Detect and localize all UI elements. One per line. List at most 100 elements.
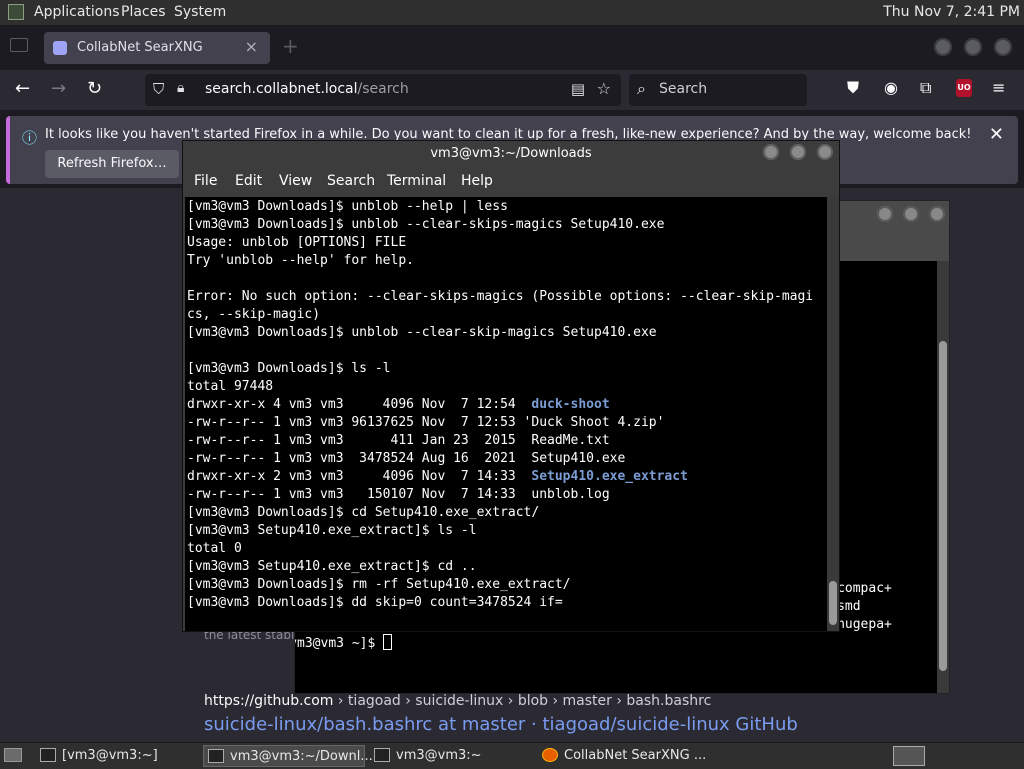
scrollbar[interactable]	[827, 197, 839, 631]
terminal-title: vm3@vm3:~/Downloads	[430, 146, 592, 161]
taskbar-item[interactable]: vm3@vm3:~/Downl...	[203, 745, 373, 767]
taskbar-item[interactable]: CollabNet SearXNG ...	[538, 745, 706, 767]
ublock-origin-icon[interactable]: UO	[956, 79, 972, 97]
scrollbar-thumb[interactable]	[939, 341, 947, 671]
scrollbar-thumb[interactable]	[829, 581, 837, 625]
search-input[interactable]: ⌕ Search	[629, 74, 807, 106]
terminal-icon	[40, 748, 56, 762]
text-cursor	[383, 634, 393, 650]
taskbar-item-label: [vm3@vm3:~]	[62, 748, 158, 763]
tracking-shield-icon[interactable]: ⛉	[153, 80, 164, 98]
menu-help[interactable]: Help	[461, 173, 493, 189]
menu-terminal[interactable]: Terminal	[387, 173, 446, 189]
searxng-favicon-icon	[53, 41, 67, 55]
taskbar-item-label: vm3@vm3:~/Downl...	[230, 749, 373, 764]
directory-name: Setup410.exe_extract	[531, 469, 688, 484]
close-window-icon[interactable]	[929, 206, 945, 222]
menu-edit[interactable]: Edit	[235, 173, 262, 189]
tab-overview-icon[interactable]	[10, 38, 28, 52]
minimize-icon[interactable]	[763, 144, 779, 160]
terminal-line: [vm3@vm3 Downloads]$ unblob --clear-skip…	[187, 325, 657, 340]
search-placeholder: Search	[659, 81, 708, 97]
terminal-line: total 0	[187, 541, 242, 556]
top-panel: Applications Places System Thu Nov 7, 2:…	[0, 0, 1024, 26]
maximize-icon[interactable]	[790, 144, 806, 160]
search-icon: ⌕	[637, 79, 646, 98]
terminal-line: total 97448	[187, 379, 274, 394]
terminal-line: -rw-r--r-- 1 vm3 vm3 3478524 Aug 16 2021…	[187, 451, 626, 466]
terminal-titlebar[interactable]: vm3@vm3:~/Downloads	[183, 141, 839, 167]
terminal-line: Error: No such option: --clear-skips-mag…	[187, 289, 814, 304]
menu-applications[interactable]: Applications	[34, 4, 120, 20]
result-title-link[interactable]: suicide-linux/bash.bashrc at master · ti…	[204, 714, 798, 735]
terminal-line: drwxr-xr-x 2 vm3 vm3 4096 Nov 7 14:33 Se…	[187, 469, 688, 484]
directory-name: duck-shoot	[531, 397, 610, 412]
terminal-line: [vm3@vm3 Downloads]$ unblob --clear-skip…	[187, 217, 665, 232]
terminal-line: [vm3@vm3 Downloads]$ cd Setup410.exe_ext…	[187, 505, 540, 520]
menu-system[interactable]: System	[174, 4, 226, 20]
terminal-line: -rw-r--r-- 1 vm3 vm3 96137625 Nov 7 12:5…	[187, 415, 665, 430]
terminal-line: [vm3@vm3 Downloads]$ dd skip=0 count=347…	[187, 595, 563, 610]
terminal-icon	[374, 748, 390, 762]
lock-icon[interactable]: 🔒︎	[177, 80, 184, 96]
taskbar: [vm3@vm3:~] vm3@vm3:~/Downl... vm3@vm3:~ Co…	[0, 742, 1024, 769]
terminal-line: [vm3@vm3 ~]$	[295, 634, 393, 653]
reader-view-icon[interactable]: ▤	[571, 80, 585, 98]
show-desktop-icon[interactable]	[4, 748, 22, 762]
taskbar-item-label: vm3@vm3:~	[396, 748, 482, 763]
menu-view[interactable]: View	[279, 173, 312, 189]
terminal-icon	[208, 749, 224, 763]
terminal-screen-main[interactable]: [vm3@vm3 Downloads]$ unblob --help | les…	[185, 197, 827, 631]
maximize-icon[interactable]	[964, 38, 982, 56]
reload-icon[interactable]: ↻	[87, 78, 102, 99]
terminal-menubar: File Edit View Search Terminal Help	[183, 168, 839, 196]
terminal-line: cs, --skip-magic)	[187, 307, 321, 322]
notification-close-icon[interactable]: ✕	[989, 124, 1004, 145]
menu-places[interactable]: Places	[121, 4, 166, 20]
tab-bar: CollabNet SearXNG × +	[0, 26, 1024, 70]
new-tab-icon[interactable]: +	[282, 34, 299, 58]
terminal-line: Try 'unblob --help' for help.	[187, 253, 414, 268]
nav-bar: ← → ↻ ⛉ 🔒︎ search.collabnet.local/search…	[0, 70, 1024, 110]
forward-icon[interactable]: →	[51, 78, 66, 99]
minimize-icon[interactable]	[877, 206, 893, 222]
refresh-firefox-button[interactable]: Refresh Firefox…	[45, 150, 179, 178]
tab-collabnet-searxng[interactable]: CollabNet SearXNG ×	[44, 32, 270, 64]
info-icon: ⓘ	[22, 129, 38, 147]
terminal-line: [vm3@vm3 Downloads]$ ls -l	[187, 361, 391, 376]
terminal-line: [vm3@vm3 Setup410.exe_extract]$ ls -l	[187, 523, 477, 538]
tab-close-icon[interactable]: ×	[245, 37, 258, 56]
scrollbar[interactable]	[937, 261, 949, 693]
firefox-icon	[542, 748, 558, 762]
back-icon[interactable]: ←	[15, 78, 30, 99]
terminal-line: [vm3@vm3 Setup410.exe_extract]$ cd ..	[187, 559, 477, 574]
applications-icon[interactable]	[8, 4, 24, 20]
terminal-line: Usage: unblob [OPTIONS] FILE	[187, 235, 407, 250]
taskbar-item-label: CollabNet SearXNG ...	[564, 748, 707, 763]
close-window-icon[interactable]	[994, 38, 1012, 56]
menu-search[interactable]: Search	[327, 173, 375, 189]
minimize-icon[interactable]	[934, 38, 952, 56]
taskbar-item[interactable]: [vm3@vm3:~]	[36, 745, 196, 767]
workspace-switcher[interactable]	[893, 746, 925, 766]
menu-file[interactable]: File	[194, 173, 217, 189]
url-text[interactable]: search.collabnet.local/search	[205, 81, 409, 97]
terminal-window-main[interactable]: vm3@vm3:~/Downloads File Edit View Searc…	[182, 140, 840, 632]
menu-hamburger-icon[interactable]: ≡	[992, 78, 1005, 97]
taskbar-item[interactable]: vm3@vm3:~	[370, 745, 532, 767]
account-icon[interactable]: ◉	[884, 78, 898, 97]
pocket-icon[interactable]: ⛊	[847, 78, 859, 98]
maximize-icon[interactable]	[903, 206, 919, 222]
tab-title: CollabNet SearXNG	[77, 40, 203, 55]
terminal-line: [vm3@vm3 Downloads]$ rm -rf Setup410.exe…	[187, 577, 571, 592]
clock[interactable]: Thu Nov 7, 2:41 PM	[883, 4, 1020, 20]
terminal-line: -rw-r--r-- 1 vm3 vm3 411 Jan 23 2015 Rea…	[187, 433, 610, 448]
bookmark-star-icon[interactable]: ☆	[597, 79, 611, 98]
result-url[interactable]: https://github.com › tiagoad › suicide-l…	[204, 693, 711, 709]
terminal-line: -rw-r--r-- 1 vm3 vm3 150107 Nov 7 14:33 …	[187, 487, 610, 502]
terminal-line: drwxr-xr-x 4 vm3 vm3 4096 Nov 7 12:54 du…	[187, 397, 610, 412]
terminal-line: [vm3@vm3 Downloads]$ unblob --help | les…	[187, 199, 508, 214]
url-bar[interactable]: ⛉ 🔒︎ search.collabnet.local/search ▤ ☆	[145, 74, 621, 106]
close-window-icon[interactable]	[817, 144, 833, 160]
extensions-icon[interactable]: ⧉	[920, 78, 931, 98]
